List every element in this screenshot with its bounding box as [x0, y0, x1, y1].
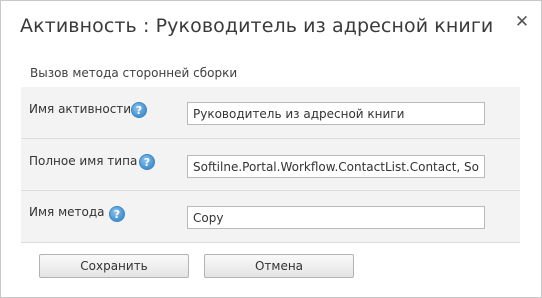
method-name-label: Имя метода: [29, 205, 105, 219]
close-icon[interactable]: ✕: [511, 11, 533, 33]
dialog-title: Активность : Руководитель из адресной кн…: [20, 15, 494, 37]
method-name-input[interactable]: [187, 206, 485, 229]
activity-name-input[interactable]: [187, 102, 485, 125]
properties-form: Имя активности ? Полное имя типа ? Имя м…: [21, 87, 520, 243]
row-method-name: Имя метода ?: [21, 191, 520, 243]
save-button[interactable]: Сохранить: [39, 254, 189, 278]
row-activity-name: Имя активности ?: [21, 87, 520, 139]
help-icon[interactable]: ?: [131, 102, 147, 118]
full-type-name-label: Полное имя типа: [29, 154, 138, 168]
row-full-type-name: Полное имя типа ?: [21, 139, 520, 191]
activity-name-label: Имя активности: [29, 102, 132, 116]
activity-dialog: Активность : Руководитель из адресной кн…: [0, 0, 542, 298]
help-icon[interactable]: ?: [139, 154, 155, 170]
full-type-name-input[interactable]: [187, 155, 485, 178]
section-title: Вызов метода сторонней сборки: [30, 66, 238, 80]
help-icon[interactable]: ?: [109, 206, 125, 222]
cancel-button[interactable]: Отмена: [204, 254, 354, 278]
